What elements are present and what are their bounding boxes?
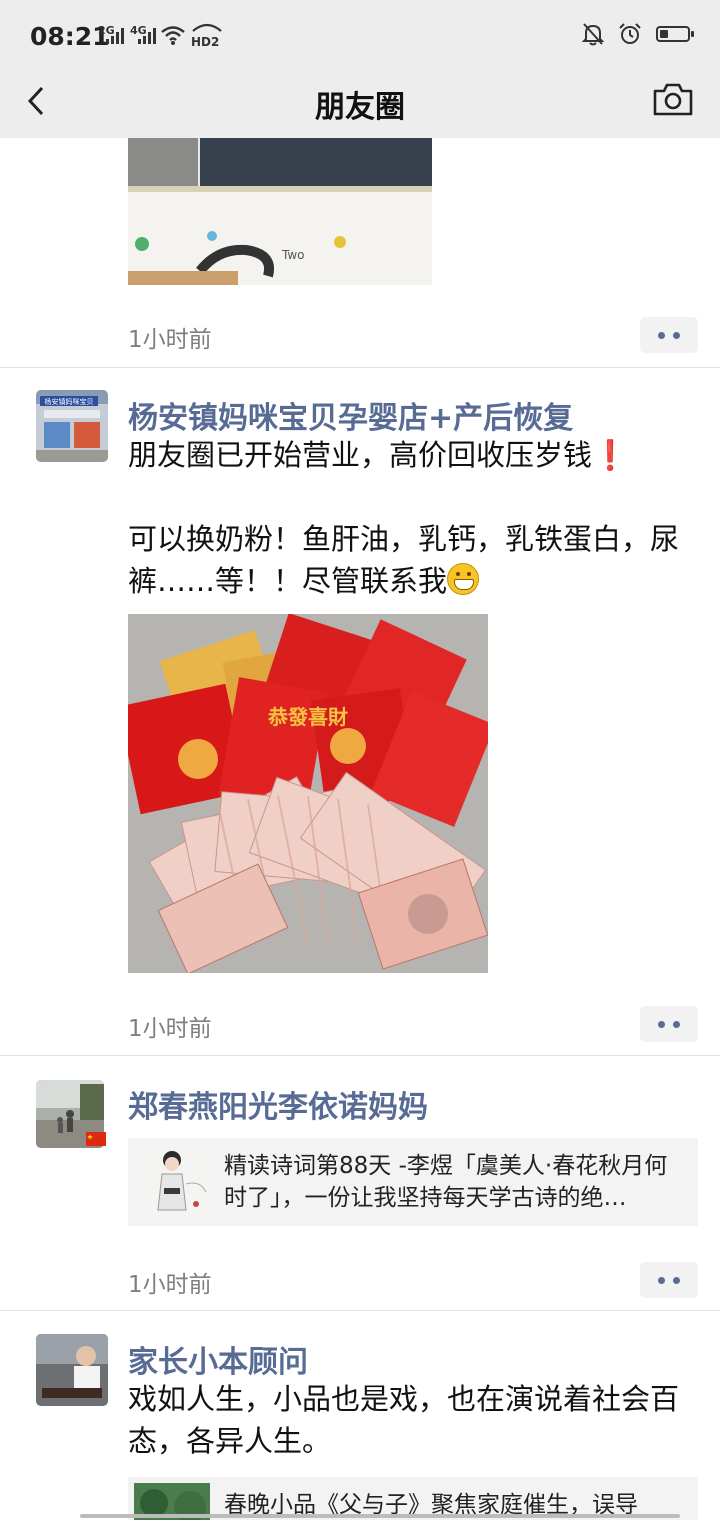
post-text-line2: 可以换奶粉！鱼肝油，乳钙，乳铁蛋白，尿裤……等！！尽管联系我 [128, 522, 680, 598]
speaker-photo-image [36, 1334, 108, 1406]
poetry-child-image [134, 1144, 210, 1220]
china-flag-icon [86, 1132, 106, 1146]
battery-level [660, 30, 668, 38]
nav-bar: 朋友圈 [0, 72, 720, 138]
post-time: 1小时前 [128, 1016, 212, 1042]
more-actions-button[interactable] [640, 1262, 698, 1298]
avatar-sign-text: 杨安镇妈咪宝贝 [45, 397, 94, 406]
dot-icon [673, 331, 680, 339]
link-thumbnail [134, 1144, 210, 1220]
post-text: 朋友圈已开始营业，高价回收压岁钱❗ 可以换奶粉！鱼肝油，乳钙，乳铁蛋白，尿裤……… [128, 434, 688, 602]
post-time: 1小时前 [128, 327, 212, 353]
post-divider [0, 1055, 720, 1056]
status-bar: 08:21 2G 4G HD2 [0, 0, 720, 72]
author-name[interactable]: 家长小本顾问 [128, 1337, 308, 1381]
dot-icon [673, 1276, 680, 1284]
post-photo-partial[interactable]: Two [128, 138, 432, 285]
moments-feed[interactable]: Two 1小时前 杨安镇妈咪宝贝 杨安镇妈咪宝贝孕婴店+产后恢复 朋友圈已开始营… [0, 138, 720, 1520]
alarm-icon [619, 23, 641, 44]
camera-button[interactable] [652, 80, 694, 120]
signal-icon-2 [138, 28, 156, 44]
red-envelopes-money-image: 恭發喜財 [128, 614, 488, 973]
signal-icon-1 [106, 28, 124, 44]
post-divider [0, 1310, 720, 1311]
more-actions-button[interactable] [640, 317, 698, 353]
dot-icon [658, 1276, 665, 1284]
exclaim-icon: ❗ [592, 438, 629, 472]
battery-icon [656, 26, 694, 42]
scrollbar[interactable] [80, 1514, 680, 1518]
post-photo[interactable]: 恭發喜財 [128, 614, 488, 973]
dot-icon [658, 1020, 665, 1028]
wifi-icon [161, 26, 185, 45]
dot-icon [658, 331, 665, 339]
dot-icon [673, 1020, 680, 1028]
page-title: 朋友圈 [315, 90, 405, 125]
grin-emoji-icon [447, 563, 480, 595]
post-divider [0, 367, 720, 368]
author-name[interactable]: 郑春燕阳光李依诺妈妈 [128, 1082, 428, 1126]
more-actions-button[interactable] [640, 1006, 698, 1042]
mute-bell-icon [582, 23, 604, 46]
author-name[interactable]: 杨安镇妈咪宝贝孕婴店+产后恢复 [128, 393, 573, 437]
link-card[interactable]: 精读诗词第88天 -李煜「虞美人·春花秋月何时了」，一份让我坚持每天学古诗的绝… [128, 1138, 698, 1226]
store-front-image: 杨安镇妈咪宝贝 [36, 390, 108, 462]
hd-call-icon: HD2 [191, 23, 222, 48]
envelope-text: 恭發喜財 [267, 705, 348, 729]
hd-label: HD2 [191, 35, 219, 48]
camera-icon [653, 83, 693, 116]
avatar[interactable] [36, 1334, 108, 1406]
avatar[interactable]: 杨安镇妈咪宝贝 [36, 390, 108, 462]
photo-text: Two [281, 248, 305, 262]
post-time: 1小时前 [128, 1272, 212, 1298]
post-text-line1: 朋友圈已开始营业，高价回收压岁钱 [128, 438, 593, 472]
child-photo-image: Two [128, 138, 432, 285]
status-right-group [582, 22, 694, 46]
post-text: 戏如人生，小品也是戏，也在演说着社会百态，各异人生。 [128, 1382, 680, 1458]
link-title: 精读诗词第88天 -李煜「虞美人·春花秋月何时了」，一份让我坚持每天学古诗的绝… [224, 1153, 668, 1211]
